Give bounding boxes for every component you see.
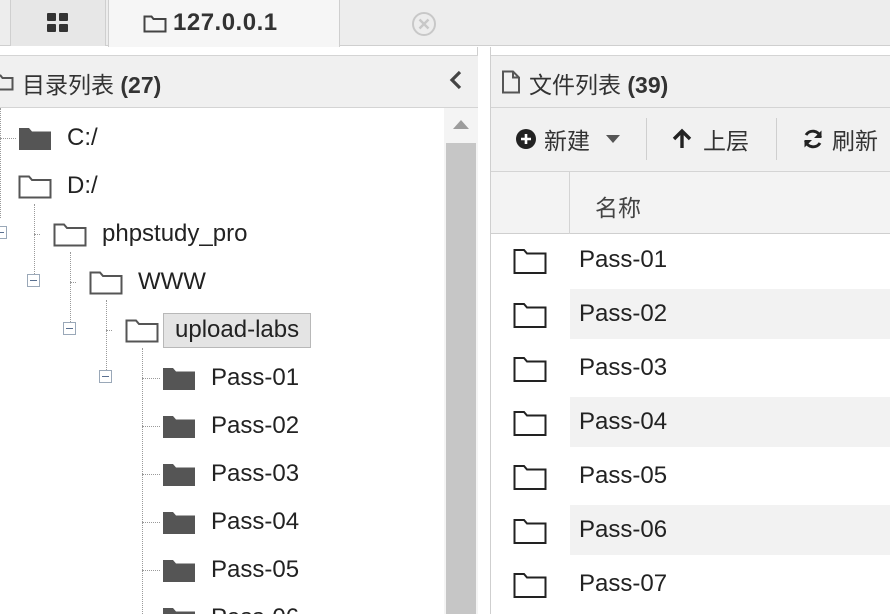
name-column-header[interactable]: 名称 xyxy=(595,189,641,223)
refresh-button-label: 刷新 xyxy=(832,128,878,154)
file-title-text: 文件列表 xyxy=(529,72,621,98)
tree-scrollbar[interactable] xyxy=(444,108,478,614)
file-row[interactable]: Pass-05 xyxy=(491,451,890,501)
tree-node-pass-01[interactable]: Pass-01 xyxy=(162,358,299,398)
tree-collapse-toggle[interactable] xyxy=(0,226,7,239)
tree-node-upload-labs[interactable]: upload-labs xyxy=(125,310,312,350)
tree-node-phpstudy-pro[interactable]: phpstudy_pro xyxy=(53,214,247,254)
folder-open-icon xyxy=(53,223,87,247)
folder-open-icon xyxy=(89,271,123,295)
tree-node-www[interactable]: WWW xyxy=(89,262,206,302)
directory-panel-header: 目录列表 (27) xyxy=(0,55,478,108)
file-icon xyxy=(502,70,520,94)
close-circle-icon[interactable] xyxy=(411,11,437,37)
scroll-up-arrow-icon[interactable] xyxy=(453,120,469,129)
folder-icon xyxy=(513,357,547,382)
file-table-header: 名称 xyxy=(491,172,890,234)
folder-icon xyxy=(513,573,547,598)
tree-node-label: C:/ xyxy=(67,124,98,151)
tree-node-label-selected: upload-labs xyxy=(163,312,312,348)
icon-column-header xyxy=(491,172,570,234)
file-panel: 文件列表 (39) 新建 上层 刷新 名称 Pass-01 Pass-02 Pa… xyxy=(490,47,890,614)
file-row[interactable]: Pass-06 xyxy=(491,505,890,555)
tree-node-label: Pass-01 xyxy=(211,364,300,391)
directory-count: (27) xyxy=(120,72,162,98)
tree-node-label: Pass-05 xyxy=(211,556,300,583)
plus-circle-icon xyxy=(516,129,536,149)
folder-icon xyxy=(143,15,167,33)
tree-node-label: Pass-04 xyxy=(211,508,300,535)
tree-node-label: Pass-02 xyxy=(211,412,300,439)
arrow-up-icon xyxy=(672,128,692,148)
refresh-button[interactable]: 刷新 xyxy=(802,122,878,156)
directory-panel-title: 目录列表 (27) xyxy=(22,66,161,100)
file-name: Pass-07 xyxy=(579,570,668,597)
folder-open-icon xyxy=(18,175,52,199)
file-toolbar: 新建 上层 刷新 xyxy=(491,108,890,172)
folder-filled-icon xyxy=(163,368,195,390)
file-count: (39) xyxy=(627,72,669,98)
folder-filled-icon xyxy=(163,464,195,486)
directory-panel: 目录列表 (27) C:/ D:/ phpstudy_pro WWW uploa… xyxy=(0,47,478,614)
tree-node-pass-02[interactable]: Pass-02 xyxy=(162,406,299,446)
up-level-button-label: 上层 xyxy=(703,128,749,154)
tree-node-label: Pass-03 xyxy=(211,460,300,487)
scrollbar-thumb[interactable] xyxy=(446,143,476,614)
tab-title: 127.0.0.1 xyxy=(173,9,278,36)
tree-node-pass-06[interactable]: Pass-06 xyxy=(162,598,299,614)
tree-collapse-toggle[interactable] xyxy=(27,274,40,287)
folder-icon xyxy=(513,519,547,544)
tab-host[interactable]: 127.0.0.1 xyxy=(108,0,436,47)
file-row[interactable]: Pass-01 xyxy=(491,235,890,285)
tree-node-label: Pass-06 xyxy=(211,604,299,614)
folder-filled-icon xyxy=(163,416,195,438)
tree-collapse-toggle[interactable] xyxy=(63,322,76,335)
folder-icon xyxy=(0,74,14,91)
tree-node-label: D:/ xyxy=(67,172,98,199)
tree-node-label: phpstudy_pro xyxy=(102,220,248,247)
file-panel-title: 文件列表 (39) xyxy=(529,66,668,100)
tab-grid[interactable] xyxy=(10,0,106,46)
folder-icon xyxy=(513,303,547,328)
directory-title-text: 目录列表 xyxy=(22,72,114,98)
folder-filled-icon xyxy=(163,608,195,614)
refresh-icon xyxy=(804,129,822,149)
tree-node-pass-05[interactable]: Pass-05 xyxy=(162,550,299,590)
directory-tree: C:/ D:/ phpstudy_pro WWW upload-labs Pas… xyxy=(0,108,444,614)
file-name: Pass-05 xyxy=(579,462,668,489)
file-row[interactable]: Pass-04 xyxy=(491,397,890,447)
tree-node-c-drive[interactable]: C:/ xyxy=(18,118,98,158)
folder-filled-icon xyxy=(163,560,195,582)
tree-node-label: WWW xyxy=(138,268,206,295)
file-name: Pass-02 xyxy=(579,300,668,327)
folder-icon xyxy=(513,249,547,274)
tree-collapse-toggle[interactable] xyxy=(99,370,112,383)
file-name: Pass-06 xyxy=(579,516,668,543)
folder-filled-icon xyxy=(19,128,51,150)
file-row[interactable]: Pass-03 xyxy=(491,343,890,393)
new-button[interactable]: 新建 xyxy=(515,122,620,156)
file-row[interactable]: Pass-07 xyxy=(491,559,890,609)
folder-icon xyxy=(513,465,547,490)
folder-filled-icon xyxy=(163,512,195,534)
folder-icon xyxy=(513,411,547,436)
file-panel-header: 文件列表 (39) xyxy=(491,55,890,108)
file-row[interactable]: Pass-02 xyxy=(491,289,890,339)
caret-down-icon xyxy=(606,135,620,143)
file-name: Pass-01 xyxy=(579,246,668,273)
file-name: Pass-04 xyxy=(579,408,668,435)
tree-node-d-drive[interactable]: D:/ xyxy=(18,166,98,206)
up-level-button[interactable]: 上层 xyxy=(671,122,749,156)
grid-icon xyxy=(47,13,68,32)
tab-bar: 127.0.0.1 xyxy=(0,0,890,47)
tree-node-pass-03[interactable]: Pass-03 xyxy=(162,454,299,494)
file-name: Pass-03 xyxy=(579,354,668,381)
new-button-label: 新建 xyxy=(544,128,590,154)
folder-open-icon xyxy=(125,319,159,343)
tree-node-pass-04[interactable]: Pass-04 xyxy=(162,502,299,542)
chevron-left-icon[interactable] xyxy=(448,69,464,91)
